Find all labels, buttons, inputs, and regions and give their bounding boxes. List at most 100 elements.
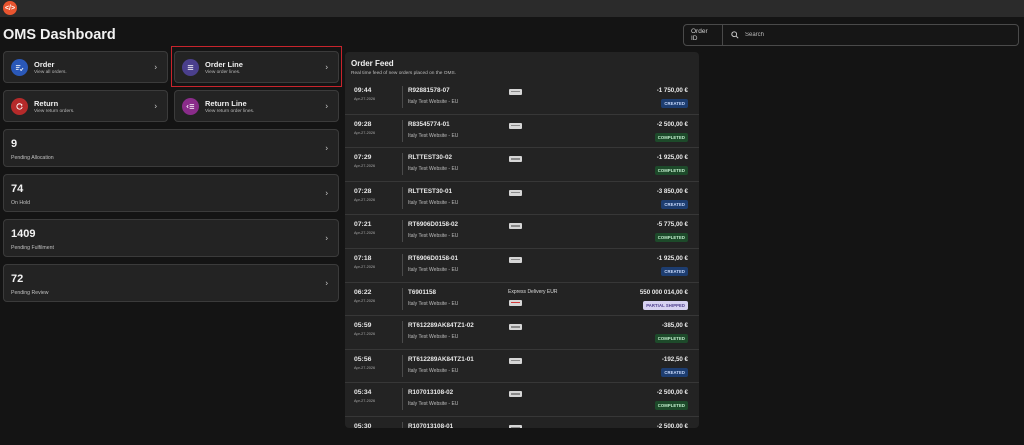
- order-amount: -1 750,00 €: [656, 87, 688, 94]
- nav-card-subtitle: View all orders.: [34, 69, 67, 75]
- order-row[interactable]: 05:34 Apr-27-2026 R107013108-02 Italy Te…: [345, 383, 699, 417]
- credit-card-icon: [509, 223, 522, 230]
- order-id: RT6906D0158-02: [408, 221, 459, 229]
- order-time: 07:21: [354, 221, 372, 229]
- row-divider: [402, 220, 403, 243]
- return-list-icon: [182, 97, 199, 115]
- order-list: 09:44 Apr-27-2026 R92881578-07 Italy Tes…: [345, 81, 699, 428]
- credit-card-icon: [509, 89, 522, 95]
- order-amount: -2 500,00 €: [656, 422, 688, 428]
- status-badge: CREATED: [661, 367, 688, 377]
- nav-card-title: Return Line: [205, 98, 247, 108]
- order-time: 09:44: [354, 87, 372, 94]
- order-date: Apr-27-2026: [354, 264, 376, 269]
- status-badge: CREATED: [661, 266, 688, 276]
- order-row[interactable]: 07:29 Apr-27-2026 RLTTEST30-02 Italy Tes…: [345, 148, 699, 182]
- order-id: R92881578-07: [408, 87, 450, 94]
- row-divider: [402, 421, 403, 428]
- stat-label: Pending Review: [11, 290, 49, 296]
- row-divider: [402, 86, 403, 108]
- order-row[interactable]: 06:22 Apr-27-2026 T6901158 Italy Test We…: [345, 283, 699, 317]
- order-id: R83545774-01: [408, 120, 450, 128]
- order-site: Italy Test Website - EU: [408, 401, 459, 408]
- row-divider: [402, 253, 403, 276]
- chevron-right-icon: ›: [154, 101, 157, 111]
- order-amount: 550 000 014,00 €: [639, 288, 688, 296]
- order-time: 05:34: [354, 389, 372, 397]
- order-date: Apr-27-2026: [354, 97, 376, 101]
- nav-card-order[interactable]: Order View all orders. ›: [3, 51, 168, 83]
- order-row[interactable]: 07:28 Apr-27-2026 RLTTEST30-01 Italy Tes…: [345, 182, 699, 216]
- order-row[interactable]: 05:56 Apr-27-2026 RT612289AK84TZ1-01 Ita…: [345, 350, 699, 384]
- row-divider: [402, 287, 403, 310]
- row-divider: [402, 321, 403, 344]
- search-icon: [729, 29, 741, 41]
- order-date: Apr-27-2026: [354, 365, 376, 370]
- order-carrier: Express Delivery EUR: [508, 288, 558, 295]
- order-row[interactable]: 05:30 Apr-27-2026 R107013108-01 Italy Te…: [345, 417, 699, 428]
- order-time: 09:28: [354, 120, 372, 128]
- status-badge: CREATED: [661, 199, 688, 209]
- order-date: Apr-27-2026: [354, 399, 376, 404]
- order-row[interactable]: 09:28 Apr-27-2026 R83545774-01 Italy Tes…: [345, 115, 699, 149]
- order-row[interactable]: 05:59 Apr-27-2026 RT612289AK84TZ1-02 Ita…: [345, 316, 699, 350]
- credit-card-icon: [509, 299, 522, 306]
- order-site: Italy Test Website - EU: [408, 266, 459, 273]
- stat-value: 1409: [11, 228, 36, 240]
- chevron-right-icon: ›: [325, 101, 328, 111]
- search-key-selector[interactable]: Order ID: [684, 25, 724, 45]
- order-site: Italy Test Website - EU: [408, 367, 459, 374]
- order-amount: -3 850,00 €: [656, 187, 688, 195]
- nav-card-return[interactable]: Return View return orders. ›: [3, 90, 168, 122]
- order-date: Apr-27-2026: [354, 332, 376, 337]
- order-time: 05:56: [354, 355, 372, 363]
- order-row[interactable]: 09:44 Apr-27-2026 R92881578-07 Italy Tes…: [345, 81, 699, 115]
- order-id: R107013108-02: [408, 389, 454, 397]
- order-time: 05:59: [354, 322, 372, 330]
- search-input[interactable]: [745, 32, 1018, 38]
- stat-label: On Hold: [11, 200, 31, 206]
- order-search[interactable]: Order ID: [683, 24, 1019, 46]
- order-amount: -192,50 €: [661, 355, 688, 363]
- status-badge: COMPLETED: [654, 132, 688, 142]
- order-time: 05:30: [354, 422, 372, 428]
- order-site: Italy Test Website - EU: [408, 99, 459, 105]
- chevron-right-icon: ›: [325, 188, 328, 198]
- nav-card-title: Order: [34, 59, 55, 69]
- nav-card-return-line[interactable]: Return Line View return order lines. ›: [174, 90, 339, 122]
- order-id: RT6906D0158-01: [408, 254, 459, 262]
- status-badge: COMPLETED: [654, 401, 688, 411]
- status-badge: COMPLETED: [654, 166, 688, 176]
- order-amount: -2 500,00 €: [656, 120, 688, 128]
- nav-card-subtitle: View return orders.: [34, 108, 75, 114]
- chevron-right-icon: ›: [325, 278, 328, 288]
- credit-card-icon: [509, 357, 522, 364]
- stat-card-pending-allocation[interactable]: 9 Pending Allocation ›: [3, 129, 339, 167]
- stat-card-on-hold[interactable]: 74 On Hold ›: [3, 174, 339, 212]
- stat-card-pending-fulfilment[interactable]: 1409 Pending Fulfilment ›: [3, 219, 339, 257]
- order-check-icon: [11, 58, 28, 76]
- stat-card-pending-review[interactable]: 72 Pending Review ›: [3, 264, 339, 302]
- order-date: Apr-27-2026: [354, 298, 376, 303]
- selection-highlight: [171, 46, 342, 87]
- app-logo-icon[interactable]: </>: [3, 1, 17, 15]
- order-id: T6901158: [408, 288, 437, 296]
- order-date: Apr-27-2026: [354, 164, 376, 169]
- order-site: Italy Test Website - EU: [408, 132, 459, 139]
- order-feed-panel[interactable]: Order Feed Real time feed of new orders …: [345, 52, 699, 428]
- order-site: Italy Test Website - EU: [408, 233, 459, 240]
- row-divider: [402, 119, 403, 142]
- status-badge: CREATED: [661, 99, 688, 108]
- order-site: Italy Test Website - EU: [408, 334, 459, 341]
- credit-card-icon: [509, 424, 522, 428]
- order-amount: -1 925,00 €: [656, 254, 688, 262]
- order-row[interactable]: 07:21 Apr-27-2026 RT6906D0158-02 Italy T…: [345, 215, 699, 249]
- stat-value: 72: [11, 273, 24, 285]
- stat-label: Pending Allocation: [11, 155, 54, 161]
- nav-card-title: Return: [34, 98, 59, 108]
- order-site: Italy Test Website - EU: [408, 166, 459, 173]
- order-row[interactable]: 07:18 Apr-27-2026 RT6906D0158-01 Italy T…: [345, 249, 699, 283]
- chevron-right-icon: ›: [325, 143, 328, 153]
- credit-card-icon: [509, 156, 522, 163]
- row-divider: [402, 354, 403, 377]
